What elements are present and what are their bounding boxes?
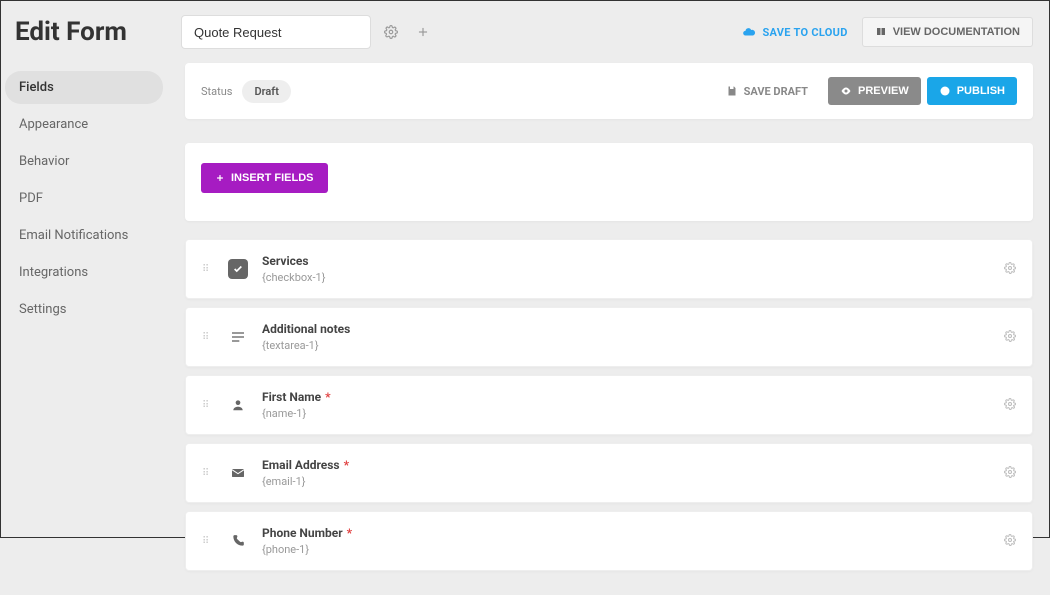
view-documentation-button[interactable]: VIEW DOCUMENTATION: [862, 17, 1033, 47]
save-draft-label: SAVE DRAFT: [744, 85, 808, 98]
gear-icon[interactable]: [379, 20, 403, 44]
field-card[interactable]: ⠿ Email Address* {email-1}: [185, 443, 1033, 503]
drag-handle-icon[interactable]: ⠿: [202, 471, 214, 476]
fields-list: ⠿ Services {checkbox-1} ⠿ Additional notes {t…: [185, 239, 1033, 571]
person-icon: [228, 395, 248, 415]
docs-label: VIEW DOCUMENTATION: [893, 26, 1020, 38]
publish-label: PUBLISH: [957, 85, 1005, 97]
insert-fields-button[interactable]: INSERT FIELDS: [201, 163, 328, 193]
field-token: {phone-1}: [262, 543, 1004, 556]
book-icon: [875, 26, 887, 38]
required-indicator: *: [325, 390, 330, 404]
sidebar-item-fields[interactable]: Fields: [5, 71, 163, 104]
field-card[interactable]: ⠿ Additional notes {textarea-1}: [185, 307, 1033, 367]
drag-handle-icon[interactable]: ⠿: [202, 335, 214, 340]
field-card[interactable]: ⠿ First Name* {name-1}: [185, 375, 1033, 435]
form-name-input[interactable]: [181, 15, 371, 49]
topbar: Edit Form SAVE TO CLOUD VIEW DOCUMENTATI…: [1, 1, 1049, 63]
sidebar-item-settings[interactable]: Settings: [5, 293, 163, 326]
drag-handle-icon[interactable]: ⠿: [202, 539, 214, 544]
save-to-cloud-button[interactable]: SAVE TO CLOUD: [742, 25, 847, 39]
field-card[interactable]: ⠿ Services {checkbox-1}: [185, 239, 1033, 299]
insert-label: INSERT FIELDS: [231, 172, 314, 184]
field-settings-icon[interactable]: [1004, 466, 1016, 481]
sidebar-item-pdf[interactable]: PDF: [5, 182, 163, 215]
preview-button[interactable]: PREVIEW: [828, 77, 921, 105]
field-token: {email-1}: [262, 475, 1004, 488]
field-card[interactable]: ⠿Phone Number*{phone-1}: [185, 511, 1033, 571]
drag-handle-icon[interactable]: ⠿: [202, 267, 214, 272]
status-badge: Draft: [242, 80, 290, 103]
field-settings-icon[interactable]: [1004, 262, 1016, 277]
save-icon: [726, 85, 738, 97]
plus-icon: [215, 173, 225, 183]
save-cloud-label: SAVE TO CLOUD: [762, 26, 847, 39]
field-settings-icon[interactable]: [1004, 534, 1016, 549]
required-indicator: *: [344, 458, 349, 472]
sidebar: Fields Appearance Behavior PDF Email Notific…: [1, 63, 175, 595]
preview-label: PREVIEW: [858, 85, 909, 97]
field-label: Email Address*: [262, 458, 1004, 472]
plus-icon[interactable]: [411, 20, 435, 44]
drag-handle-icon[interactable]: ⠿: [202, 403, 214, 408]
status-label: Status: [201, 85, 232, 98]
eye-icon: [840, 85, 852, 97]
field-settings-icon[interactable]: [1004, 398, 1016, 413]
cloud-upload-icon: [742, 25, 756, 39]
field-label: Services: [262, 254, 1004, 268]
field-settings-icon[interactable]: [1004, 330, 1016, 345]
field-token: {name-1}: [262, 407, 1004, 420]
field-label: Additional notes: [262, 322, 1004, 336]
page-title: Edit Form: [11, 17, 181, 47]
field-label: First Name*: [262, 390, 1004, 404]
sidebar-item-appearance[interactable]: Appearance: [5, 108, 163, 141]
field-token: {textarea-1}: [262, 339, 1004, 352]
main-content: Status Draft SAVE DRAFT PREVIEW PUBLISH …: [175, 63, 1049, 595]
sidebar-item-integrations[interactable]: Integrations: [5, 256, 163, 289]
checkbox-icon: [228, 259, 248, 279]
textarea-icon: [228, 327, 248, 347]
phone-icon: [228, 531, 248, 551]
field-token: {checkbox-1}: [262, 271, 1004, 284]
sidebar-item-behavior[interactable]: Behavior: [5, 145, 163, 178]
insert-panel: INSERT FIELDS: [185, 143, 1033, 221]
globe-icon: [939, 85, 951, 97]
status-bar: Status Draft SAVE DRAFT PREVIEW PUBLISH: [185, 63, 1033, 119]
publish-button[interactable]: PUBLISH: [927, 77, 1017, 105]
save-draft-button[interactable]: SAVE DRAFT: [726, 85, 808, 98]
email-icon: [228, 463, 248, 483]
sidebar-item-email-notifications[interactable]: Email Notifications: [5, 219, 163, 252]
